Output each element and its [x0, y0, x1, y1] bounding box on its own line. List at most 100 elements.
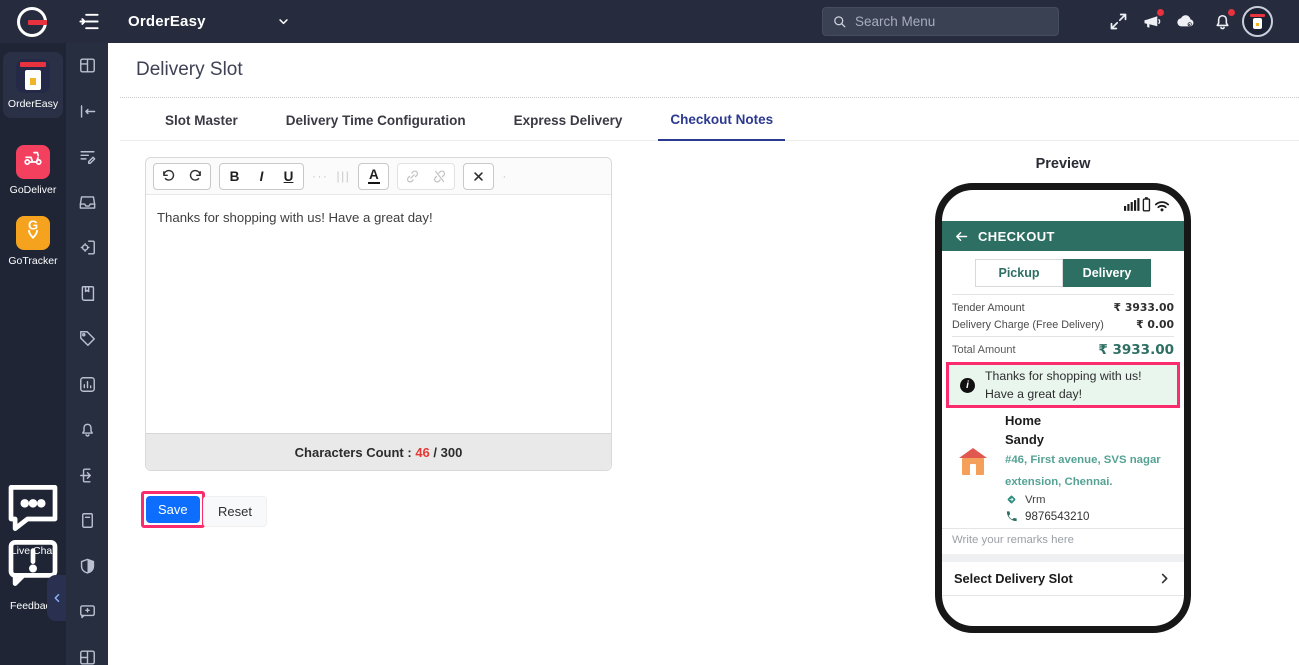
- count-prefix: Characters Count :: [294, 444, 416, 460]
- redo-icon: [188, 169, 203, 184]
- total-label: Total Amount: [952, 344, 1016, 356]
- address-line1: #46, First avenue, SVS nagar: [1005, 454, 1161, 466]
- sidebar-nav-book-icon[interactable]: [66, 271, 108, 317]
- sidebar-nav-chart-icon[interactable]: [66, 362, 108, 408]
- tab-pickup: Pickup: [975, 259, 1063, 287]
- search-menu[interactable]: [822, 7, 1059, 36]
- announcement-badge: [1157, 9, 1164, 16]
- ordereasy-app-icon: [16, 59, 50, 93]
- sidebar-item-godeliver[interactable]: GoDeliver: [3, 140, 63, 196]
- total-row: Total Amount ₹ 3933.00: [952, 340, 1174, 360]
- address-name: Sandy: [1005, 432, 1045, 447]
- avatar-store-icon: [1248, 12, 1267, 31]
- underline-button[interactable]: U: [275, 164, 302, 189]
- search-input[interactable]: [855, 14, 1049, 29]
- sidebar-nav-notes-edit-icon[interactable]: [66, 134, 108, 180]
- sidebar-item-ordereasy[interactable]: OrderEasy: [3, 52, 63, 118]
- sidebar-nav-dashboard-icon[interactable]: [66, 43, 108, 89]
- phone-preview: CHECKOUT Pickup Delivery Tender Amount ₹…: [935, 183, 1191, 633]
- sidebar-nav-shield-icon[interactable]: [66, 544, 108, 590]
- italic-button[interactable]: I: [248, 164, 275, 189]
- brand-logo[interactable]: [17, 7, 47, 37]
- fullscreen-icon[interactable]: [1108, 11, 1129, 32]
- sidebar-nav-merge-icon[interactable]: [66, 89, 108, 135]
- section-gap: [942, 554, 1184, 562]
- main-content: Delivery Slot Slot Master Delivery Time …: [108, 43, 1299, 665]
- sidebar-nav-layout-icon[interactable]: [66, 635, 108, 665]
- sidebar-nav-logout-icon[interactable]: [66, 453, 108, 499]
- chevron-down-icon: [276, 14, 291, 29]
- amount-row: Delivery Charge (Free Delivery) ₹ 0.00: [952, 316, 1174, 333]
- app-rail: OrderEasy GoDeliver G GoTracker Live Cha…: [0, 43, 66, 665]
- godeliver-app-icon: [16, 145, 50, 179]
- chevron-left-icon: [51, 592, 63, 604]
- unlink-button[interactable]: [426, 164, 453, 189]
- sidebar-item-gotracker[interactable]: G GoTracker: [3, 212, 63, 267]
- font-color-button[interactable]: A: [360, 164, 387, 189]
- tab-delivery: Delivery: [1063, 259, 1151, 287]
- address-phone-row: 9876543210: [1005, 510, 1089, 523]
- amount-summary: Tender Amount ₹ 3933.00 Delivery Charge …: [952, 294, 1174, 367]
- clear-x-icon: [471, 169, 486, 184]
- bold-button[interactable]: B: [221, 164, 248, 189]
- sidebar-nav-document-icon[interactable]: [66, 498, 108, 544]
- remarks-placeholder: Write your remarks here: [952, 534, 1074, 546]
- directions-icon: [1005, 493, 1018, 506]
- sidebar-nav-inbox-icon[interactable]: [66, 180, 108, 226]
- save-button[interactable]: Save: [146, 496, 200, 523]
- toolbar-separator-dots: ···: [312, 169, 329, 183]
- sidebar-nav-tag-icon[interactable]: [66, 316, 108, 362]
- toolbar-end-dot: ·: [502, 169, 508, 183]
- announcements-button[interactable]: [1141, 9, 1164, 32]
- toolbar-separator-bars: |||: [336, 169, 351, 183]
- save-highlight-annotation: Save: [141, 491, 205, 528]
- checkout-note-text: Thanks for shopping with us! Have a great…: [985, 369, 1142, 401]
- link-button[interactable]: [399, 164, 426, 189]
- sidebar-collapse-button[interactable]: [47, 575, 66, 621]
- gotracker-app-icon: G: [16, 216, 50, 250]
- sidebar-nav-login-icon[interactable]: [66, 225, 108, 271]
- redo-button[interactable]: [182, 164, 209, 189]
- sidebar-nav-bell-icon[interactable]: [66, 407, 108, 453]
- page-title: Delivery Slot: [136, 59, 243, 80]
- cloud-sync-icon[interactable]: [1174, 11, 1198, 32]
- phone-icon: [1005, 510, 1018, 523]
- notification-badge: [1228, 9, 1235, 16]
- title-divider: [120, 97, 1299, 98]
- unlink-icon: [432, 169, 447, 184]
- divider: [952, 336, 1174, 337]
- tab-bar: Slot Master Delivery Time Configuration …: [120, 107, 1299, 141]
- address-area: Vrm: [1025, 493, 1046, 506]
- sidebar-nav-feedback-plus-icon[interactable]: [66, 589, 108, 635]
- chevron-right-icon: [1157, 571, 1172, 586]
- slot-label: Select Delivery Slot: [954, 571, 1073, 586]
- count-value: 46: [415, 444, 430, 460]
- tab-delivery-time-configuration[interactable]: Delivery Time Configuration: [274, 113, 478, 140]
- app-name: OrderEasy: [128, 13, 206, 30]
- tab-express-delivery[interactable]: Express Delivery: [502, 113, 635, 140]
- checkout-title: CHECKOUT: [978, 228, 1055, 244]
- app-label: GoTracker: [8, 255, 58, 267]
- amount-label: Tender Amount: [952, 301, 1025, 314]
- info-icon: i: [960, 377, 975, 393]
- app-switcher[interactable]: OrderEasy: [128, 0, 288, 43]
- editor-textarea[interactable]: Thanks for shopping with us! Have a grea…: [146, 195, 611, 433]
- tab-checkout-notes[interactable]: Checkout Notes: [658, 112, 786, 141]
- select-delivery-slot-row: Select Delivery Slot: [942, 562, 1184, 596]
- account-avatar[interactable]: [1242, 6, 1273, 37]
- undo-icon: [161, 169, 176, 184]
- fulfillment-tabs: Pickup Delivery: [942, 259, 1184, 287]
- undo-button[interactable]: [155, 164, 182, 189]
- clear-formatting-button[interactable]: [465, 164, 492, 189]
- tab-slot-master[interactable]: Slot Master: [153, 113, 250, 140]
- count-max: / 300: [429, 444, 463, 460]
- status-bar-icons: [1124, 196, 1171, 212]
- sidebar-toggle-icon[interactable]: [78, 10, 101, 33]
- search-icon: [832, 14, 847, 29]
- reset-button[interactable]: Reset: [203, 496, 267, 527]
- notifications-button[interactable]: [1212, 9, 1235, 32]
- icon-rail: [66, 43, 108, 665]
- preview-title: Preview: [1035, 156, 1091, 172]
- back-arrow-icon: [954, 229, 969, 244]
- home-icon: [958, 448, 988, 475]
